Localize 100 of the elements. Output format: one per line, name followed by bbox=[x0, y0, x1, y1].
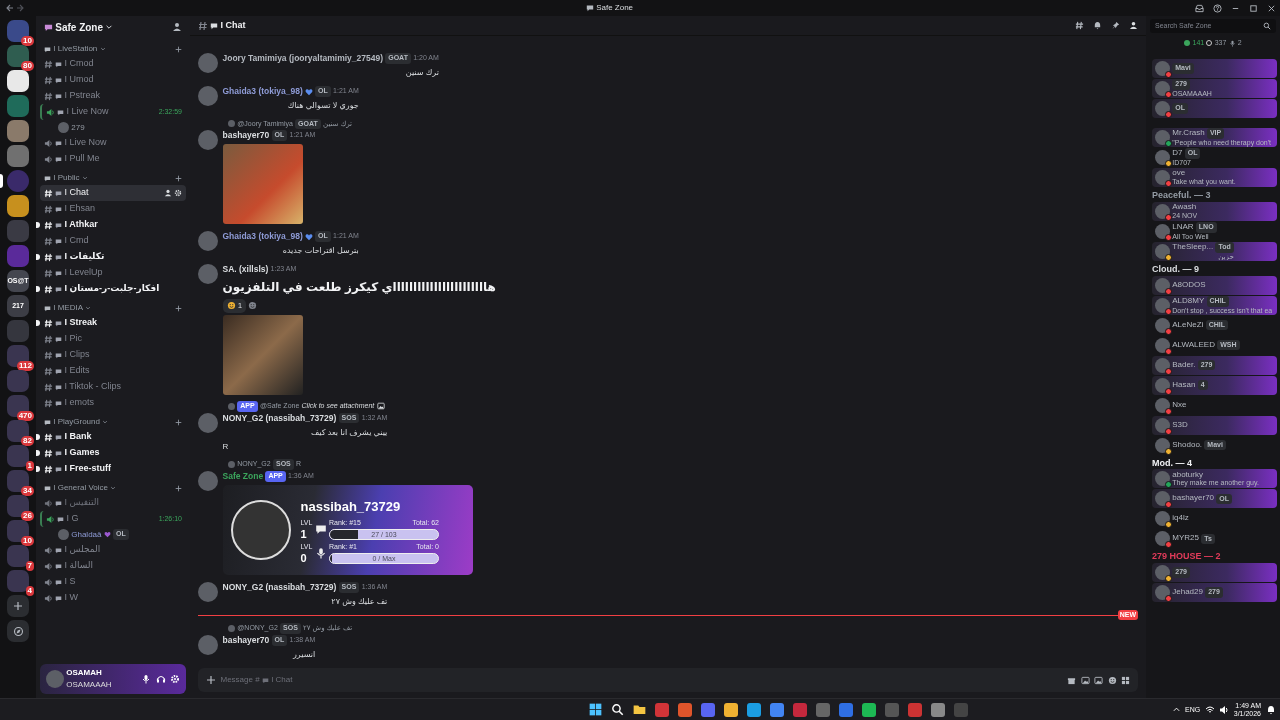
hash-icon bbox=[44, 75, 53, 85]
level-number: 0 bbox=[300, 552, 308, 564]
channel-item[interactable]: I Clips bbox=[40, 347, 186, 363]
category-name[interactable]: I General Voice bbox=[53, 482, 108, 494]
plus-icon bbox=[13, 601, 23, 611]
volume-icon[interactable] bbox=[1219, 704, 1230, 715]
add-channel-icon[interactable] bbox=[175, 304, 182, 312]
app-icon[interactable] bbox=[723, 702, 738, 717]
message-text: R bbox=[222, 441, 230, 453]
hash-icon bbox=[44, 464, 53, 474]
search-icon[interactable] bbox=[1263, 22, 1271, 30]
chevron-icon[interactable] bbox=[1171, 705, 1181, 714]
hash-icon bbox=[198, 20, 208, 31]
member-row[interactable]: iq4lz bbox=[1152, 509, 1277, 529]
microphone-icon[interactable] bbox=[141, 674, 151, 684]
channel-item[interactable]: I السالة bbox=[40, 558, 186, 574]
help-icon[interactable] bbox=[1212, 3, 1222, 13]
gift-icon[interactable] bbox=[1067, 675, 1076, 685]
channel-item[interactable]: I التنفيس bbox=[40, 495, 186, 511]
author-name[interactable]: bashayer70 bbox=[222, 129, 270, 142]
channel-item[interactable]: I S bbox=[40, 574, 186, 590]
add-channel-icon[interactable] bbox=[175, 484, 182, 492]
search-icon[interactable] bbox=[610, 703, 624, 716]
inbox-icon[interactable] bbox=[1194, 3, 1204, 13]
author-name[interactable]: Safe Zone bbox=[222, 470, 264, 483]
channel-item[interactable]: I Tiktok - Clips bbox=[40, 379, 186, 395]
channel-item[interactable]: I Edits bbox=[40, 363, 186, 379]
channel-item[interactable]: I Live Now bbox=[40, 135, 186, 151]
wifi-icon[interactable] bbox=[1204, 704, 1215, 715]
member-name: Shodoo. bbox=[1172, 440, 1203, 450]
channel-item[interactable]: I LevelUp bbox=[40, 265, 186, 281]
channel-item[interactable]: I Chat bbox=[40, 185, 186, 201]
member-row[interactable]: S3D bbox=[1152, 415, 1277, 435]
channel-item[interactable]: I Umod bbox=[40, 72, 186, 88]
channel-item[interactable]: I Cmod bbox=[40, 56, 186, 72]
channel-item[interactable]: I W bbox=[40, 590, 186, 606]
compass-icon bbox=[12, 625, 24, 637]
photo-placeholder[interactable] bbox=[222, 144, 303, 225]
invite-icon[interactable] bbox=[172, 22, 182, 32]
channel-item[interactable]: I Ehsan bbox=[40, 201, 186, 217]
author-name[interactable]: Ghaida3 (tokiya_98) bbox=[222, 230, 313, 243]
add-server-button[interactable] bbox=[7, 595, 29, 617]
member-row[interactable]: Nxe bbox=[1152, 395, 1277, 415]
author-name[interactable]: NONY_G2 (nassibah_73729) bbox=[222, 581, 337, 594]
channel-item[interactable]: I Pstreak bbox=[40, 88, 186, 104]
author-name[interactable]: NONY_G2 (nassibah_73729) bbox=[222, 411, 337, 425]
folder-icon[interactable] bbox=[632, 703, 646, 716]
app-icon[interactable] bbox=[677, 702, 692, 717]
pin-icon[interactable] bbox=[1111, 21, 1120, 30]
reaction-button[interactable]: 1 bbox=[222, 298, 247, 313]
hash-icon bbox=[44, 220, 53, 230]
author-name[interactable]: Ghaida3 (tokiya_98) bbox=[222, 85, 313, 98]
plus-icon[interactable] bbox=[206, 675, 216, 685]
category-name[interactable]: I PlayGround bbox=[53, 416, 100, 428]
app-icon[interactable] bbox=[769, 702, 784, 717]
invite-icon[interactable] bbox=[163, 189, 172, 197]
author-name[interactable]: bashayer70 bbox=[222, 634, 270, 647]
app-icon[interactable] bbox=[861, 702, 876, 717]
message-text: انسيرر bbox=[291, 649, 316, 661]
start-icon[interactable] bbox=[588, 703, 602, 716]
category-name[interactable]: I MEDIA bbox=[53, 302, 84, 314]
app-icon[interactable] bbox=[838, 702, 853, 717]
app-icon[interactable] bbox=[746, 702, 761, 717]
maximize-icon[interactable] bbox=[1248, 3, 1258, 13]
channel-item[interactable]: I emots bbox=[40, 395, 186, 411]
heart-icon bbox=[103, 531, 111, 538]
author-name[interactable]: Joory Tamimiya (jooryaltamimiy_27549) bbox=[222, 52, 383, 65]
author-name[interactable]: SA. (xillsls) bbox=[222, 263, 269, 276]
add-channel-icon[interactable] bbox=[175, 45, 182, 53]
member-name: ove bbox=[1172, 169, 1186, 179]
close-icon[interactable] bbox=[1266, 3, 1276, 13]
photo-placeholder[interactable] bbox=[222, 314, 303, 395]
add-reaction-icon[interactable] bbox=[248, 301, 258, 310]
channel-item[interactable]: I Cmd bbox=[40, 233, 186, 249]
member-name: D7 bbox=[1172, 149, 1183, 159]
bell-icon[interactable] bbox=[1093, 21, 1102, 30]
add-channel-icon[interactable] bbox=[175, 174, 182, 182]
member-name: ALD8MY bbox=[1172, 296, 1205, 306]
notification-icon[interactable] bbox=[1265, 704, 1276, 715]
server-name[interactable]: Safe Zone bbox=[55, 19, 104, 35]
settings-icon[interactable] bbox=[174, 189, 182, 197]
apps-icon[interactable] bbox=[1121, 675, 1130, 685]
channel-item[interactable]: I المجلس bbox=[40, 542, 186, 558]
member-list-icon[interactable] bbox=[1129, 21, 1138, 30]
back-arrow-icon[interactable] bbox=[4, 3, 15, 13]
hash-icon bbox=[44, 382, 53, 392]
chevron-icon[interactable] bbox=[105, 23, 114, 31]
add-channel-icon[interactable] bbox=[175, 418, 182, 426]
channel-item[interactable]: I Pic bbox=[40, 331, 186, 347]
discover-button[interactable] bbox=[7, 620, 29, 642]
emoji-icon[interactable] bbox=[1107, 675, 1117, 685]
member-row[interactable]: A8ODOS bbox=[1152, 275, 1277, 295]
headset-icon[interactable] bbox=[155, 674, 166, 684]
category-name[interactable]: I LiveStation bbox=[53, 43, 98, 55]
hash-icon bbox=[44, 284, 53, 294]
app-icon[interactable] bbox=[930, 702, 945, 717]
category-name[interactable]: I Public bbox=[53, 172, 80, 184]
app-icon[interactable] bbox=[700, 702, 715, 717]
unread-count-badge: 7 bbox=[25, 561, 34, 571]
channel-item[interactable]: I Pull Me bbox=[40, 151, 186, 167]
